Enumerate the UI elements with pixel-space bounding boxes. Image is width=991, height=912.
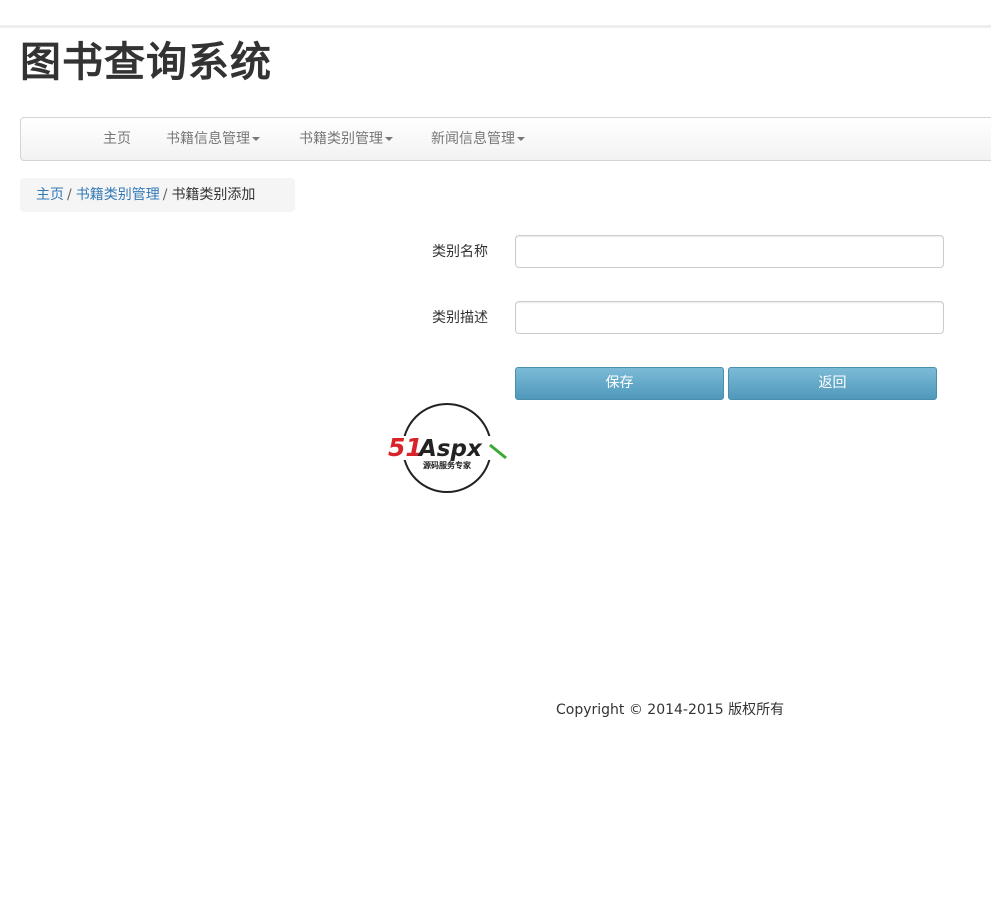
category-desc-label: 类别描述 bbox=[432, 310, 488, 326]
logo-brand-left: 51 bbox=[388, 433, 423, 462]
nav-item-news[interactable]: 新闻信息管理 bbox=[431, 118, 525, 160]
category-desc-input[interactable] bbox=[515, 301, 944, 334]
nav-item-book-info[interactable]: 书籍信息管理 bbox=[166, 118, 260, 160]
breadcrumb-separator: / bbox=[162, 187, 168, 203]
breadcrumb-separator: / bbox=[67, 187, 72, 203]
nav-item-label: 新闻信息管理 bbox=[431, 131, 515, 147]
logo-tagline: 源码服务专家 bbox=[423, 460, 472, 470]
category-name-label: 类别名称 bbox=[432, 244, 488, 260]
breadcrumb-current: 书籍类别添加 bbox=[171, 187, 256, 203]
page-title: 图书查询系统 bbox=[20, 38, 272, 86]
top-divider bbox=[0, 25, 991, 28]
nav-item-home[interactable]: 主页 bbox=[103, 118, 131, 160]
breadcrumb-home-link[interactable]: 主页 bbox=[36, 187, 64, 203]
navbar: 主页 书籍信息管理 书籍类别管理 新闻信息管理 bbox=[20, 117, 991, 161]
caret-down-icon bbox=[517, 137, 525, 141]
save-button[interactable]: 保存 bbox=[515, 367, 724, 400]
51aspx-logo: 51 Aspx 源码服务专家 bbox=[386, 403, 512, 493]
nav-item-label: 主页 bbox=[103, 131, 131, 147]
category-name-input[interactable] bbox=[515, 235, 944, 268]
caret-down-icon bbox=[385, 137, 393, 141]
breadcrumb-category-link[interactable]: 书籍类别管理 bbox=[76, 187, 160, 203]
nav-item-book-category[interactable]: 书籍类别管理 bbox=[299, 118, 393, 160]
logo-brand-right: Aspx bbox=[417, 436, 483, 462]
caret-down-icon bbox=[252, 137, 260, 141]
nav-item-label: 书籍信息管理 bbox=[166, 131, 250, 147]
back-button[interactable]: 返回 bbox=[728, 367, 937, 400]
nav-item-label: 书籍类别管理 bbox=[299, 131, 383, 147]
breadcrumb: 主页 / 书籍类别管理 / 书籍类别添加 bbox=[20, 178, 295, 212]
footer-copyright: Copyright © 2014-2015 版权所有 bbox=[556, 702, 785, 718]
